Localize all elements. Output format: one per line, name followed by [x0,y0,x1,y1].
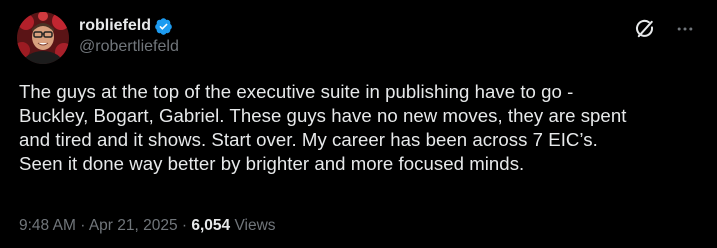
views-count: 6,054 [191,217,231,234]
author-handle[interactable]: @robertliefeld [79,38,179,56]
grok-icon [636,19,653,38]
tweet-text-line: and tired and it shows. Start over. My c… [19,129,598,150]
more-options-button[interactable] [670,14,700,44]
verified-badge-icon [154,17,173,36]
tweet-text-line: Buckley, Bogart, Gabriel. These guys hav… [19,105,627,126]
tweet-text-line: Seen it done way better by brighter and … [19,153,525,174]
tweet-header: robliefeld @robertliefeld [17,12,700,64]
more-icon [677,27,693,31]
display-name[interactable]: robliefeld [79,17,151,35]
tweet-text: The guys at the top of the executive sui… [19,80,699,176]
author-names: robliefeld @robertliefeld [79,16,179,56]
tweet-text-line: The guys at the top of the executive sui… [19,81,574,102]
avatar[interactable] [17,12,69,64]
avatar-icon [17,12,69,64]
meta-separator: · [181,217,188,234]
tweet-meta: 9:48 AM · Apr 21, 2025 · 6,054 Views [19,217,276,235]
grok-button[interactable] [630,14,660,44]
views-label: Views [234,217,276,234]
display-name-row: robliefeld [79,16,179,36]
tweet: robliefeld @robertliefeld The guys at th… [0,0,717,248]
tweet-time[interactable]: 9:48 AM · Apr 21, 2025 [19,217,178,234]
